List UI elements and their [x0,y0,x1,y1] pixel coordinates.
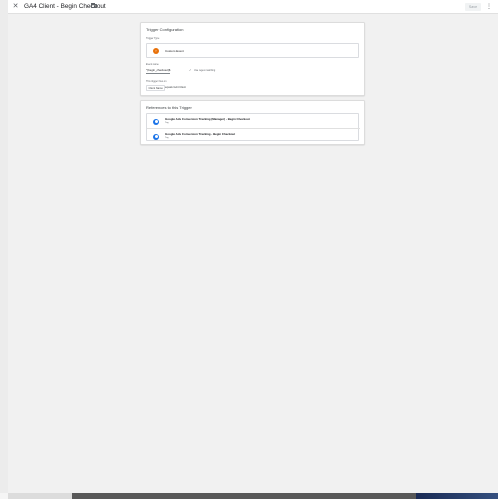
card-title: Trigger Configuration [146,27,184,32]
sheet-header: ✕ GA4 Client - Begin Checkout Save ⋮ [8,0,498,14]
folder-icon[interactable] [91,3,97,8]
background-bar-segment [416,493,498,499]
condition-operator-value: equals GA4 Client [165,86,186,90]
tag-icon [153,118,159,125]
trigger-type-label: Trigger Type [146,37,160,40]
background-bar-segment [8,493,72,499]
background-bar-segment [72,493,416,499]
tag-icon [153,133,159,140]
reference-name: Google Ads Conversion Tracking - Begin C… [165,132,236,136]
trigger-editor-sheet: ✕ GA4 Client - Begin Checkout Save ⋮ Tri… [8,0,498,493]
trigger-type-selector[interactable]: › Custom Event [146,43,359,58]
reference-name: Google Ads Conversion Tracking (Manager)… [165,117,250,121]
background-taskbar [0,493,498,499]
card-title: References to this Trigger [146,105,192,110]
close-icon[interactable]: ✕ [12,3,19,10]
checkbox-checked-icon[interactable]: ✓ [189,68,192,72]
trigger-configuration-card[interactable]: Trigger Configuration Trigger Type › Cus… [140,22,365,96]
background-page-strip [0,0,8,499]
event-name-field[interactable]: ^(begin_checkout)$ [146,68,171,74]
event-name-label: Event name [146,63,159,66]
regex-checkbox-label[interactable]: Use regex matching [194,69,215,72]
references-list: Google Ads Conversion Tracking (Manager)… [146,113,360,142]
references-card: References to this Trigger Google Ads Co… [140,100,365,145]
reference-type: Tag [165,122,169,124]
condition-variable-chip[interactable]: Client Name [146,85,166,91]
save-button[interactable]: Save [465,3,481,11]
fires-on-label: This trigger fires on [146,80,167,83]
list-item[interactable]: Google Ads Conversion Tracking (Manager)… [147,114,360,128]
custom-event-icon: › [153,48,159,54]
trigger-type-value: Custom Event [165,49,184,53]
reference-type: Tag [165,137,169,139]
list-item[interactable]: Google Ads Conversion Tracking - Begin C… [147,128,360,142]
more-vert-icon[interactable]: ⋮ [486,3,492,11]
